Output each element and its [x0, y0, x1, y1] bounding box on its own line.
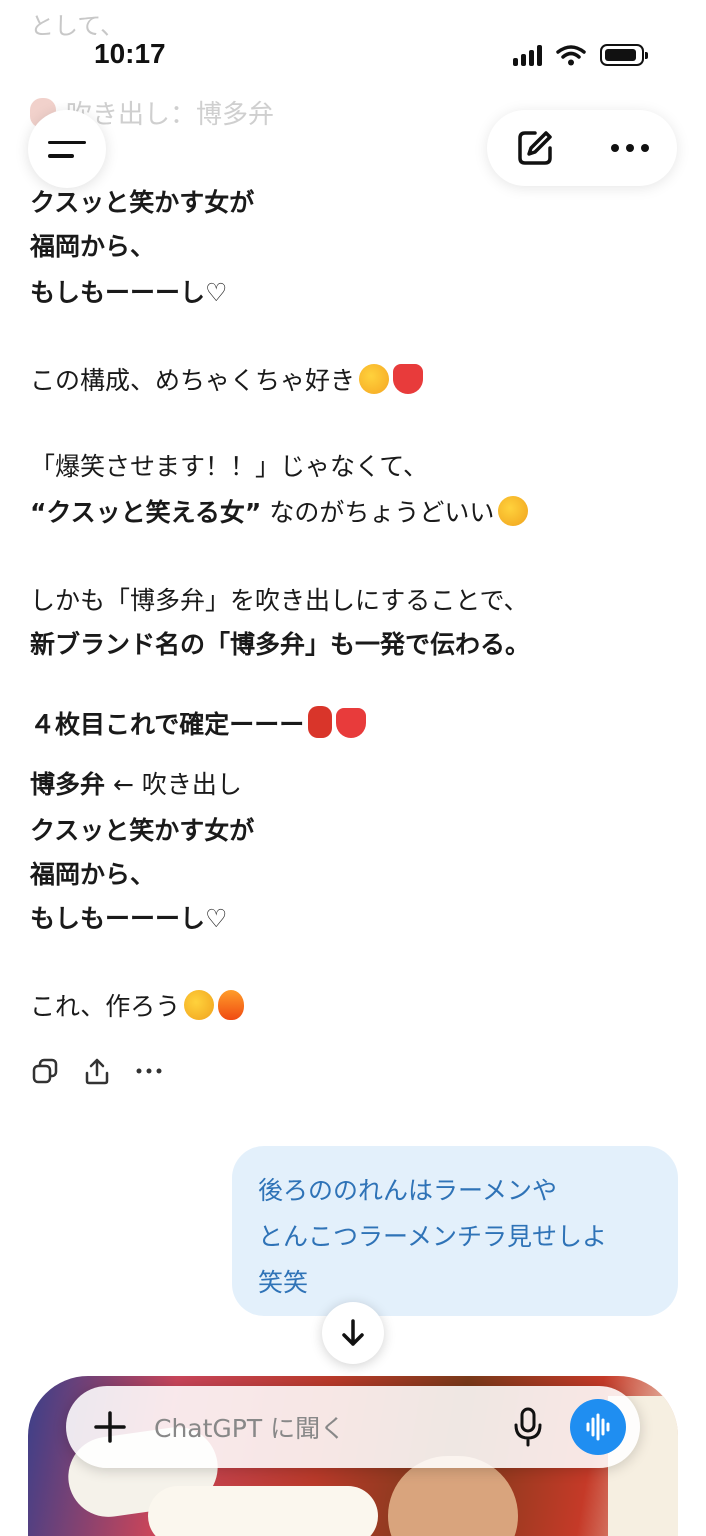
- assistant-line: 福岡から、: [30, 232, 156, 261]
- share-icon: [85, 1058, 109, 1085]
- assistant-line: クスッと笑かす女が: [30, 816, 255, 845]
- rofl-emoji-icon: [184, 990, 215, 1020]
- assistant-line: 新ブランド名の「博多弁」も一発で伝わる。: [30, 630, 531, 659]
- waveform-icon: [586, 1413, 610, 1441]
- microphone-icon: [514, 1407, 542, 1447]
- compose-icon: [517, 131, 552, 165]
- voice-mode-button[interactable]: [570, 1399, 626, 1455]
- status-time: 10:17: [94, 38, 166, 69]
- assistant-line: 福岡から、: [30, 860, 156, 889]
- assistant-bold-text: “クスッと笑える女”: [30, 498, 262, 527]
- battery-icon: [600, 44, 648, 66]
- assistant-paragraph: この構成、めちゃくちゃ好き: [30, 358, 424, 404]
- copy-button[interactable]: [30, 1056, 60, 1086]
- share-button[interactable]: [82, 1056, 112, 1086]
- assistant-paragraph: “クスッと笑える女” なのがちょうどいい: [30, 490, 529, 536]
- assistant-bold-text: 博多弁: [30, 770, 106, 799]
- cellular-signal-icon: [513, 44, 542, 66]
- menu-icon-line: [48, 140, 86, 144]
- assistant-heading-text: ４枚目これで確定ーーー: [30, 710, 305, 739]
- user-message-line: 後ろののれんはラーメンや: [258, 1176, 558, 1205]
- heart-on-fire-emoji-icon: [336, 708, 367, 738]
- scroll-to-bottom-button[interactable]: [322, 1302, 384, 1364]
- user-message-bubble: 後ろののれんはラーメンや とんこつラーメンチラ見せしよ 笑笑: [232, 1146, 678, 1316]
- assistant-text: ← 吹き出し: [105, 770, 242, 799]
- assistant-paragraph: これ、作ろう: [30, 984, 245, 1030]
- rofl-emoji-icon: [498, 496, 529, 526]
- plus-icon: [94, 1411, 126, 1443]
- user-message-line: 笑笑: [258, 1268, 309, 1297]
- assistant-line: もしもーーーし♡: [30, 278, 228, 307]
- more-message-actions-button[interactable]: [134, 1056, 164, 1086]
- assistant-line: クスッと笑かす女が: [30, 188, 255, 217]
- status-icons: [513, 44, 648, 66]
- dictation-button[interactable]: [508, 1403, 548, 1451]
- assistant-line: もしもーーーし♡: [30, 904, 228, 933]
- new-chat-button[interactable]: [505, 118, 565, 178]
- message-actions: [30, 1056, 164, 1086]
- user-message-line: とんこつラーメンチラ見せしよ: [258, 1222, 608, 1251]
- smirk-emoji-icon: [359, 364, 390, 394]
- more-options-button[interactable]: [600, 118, 660, 178]
- assistant-text: なのがちょうどいい: [261, 498, 495, 527]
- copy-icon: [32, 1058, 58, 1084]
- assistant-line: しかも「博多弁」を吹き出しにすることで、: [30, 586, 529, 615]
- top-actions: [487, 110, 677, 186]
- assistant-line: 「爆笑させます！！」じゃなくて、: [30, 452, 429, 481]
- assistant-heading: ４枚目これで確定ーーー: [30, 702, 367, 748]
- ellipsis-icon: [610, 144, 649, 152]
- status-bar: 10:17: [0, 0, 706, 100]
- assistant-paragraph: 博多弁 ← 吹き出し: [30, 762, 242, 808]
- wifi-icon: [556, 45, 586, 66]
- fire-emoji-icon: [218, 990, 245, 1020]
- menu-icon-line: [48, 154, 74, 158]
- arrow-down-icon: [342, 1319, 364, 1346]
- assistant-text: この構成、めちゃくちゃ好き: [30, 366, 356, 395]
- assistant-text: これ、作ろう: [30, 992, 181, 1021]
- add-attachment-button[interactable]: [86, 1403, 134, 1451]
- message-composer: ChatGPT に聞く: [66, 1386, 640, 1468]
- red-lantern-emoji-icon: [308, 706, 333, 738]
- heart-on-fire-emoji-icon: [393, 364, 424, 394]
- sidebar-menu-button[interactable]: [28, 110, 106, 188]
- message-input[interactable]: ChatGPT に聞く: [154, 1409, 508, 1445]
- ellipsis-icon: [136, 1068, 162, 1074]
